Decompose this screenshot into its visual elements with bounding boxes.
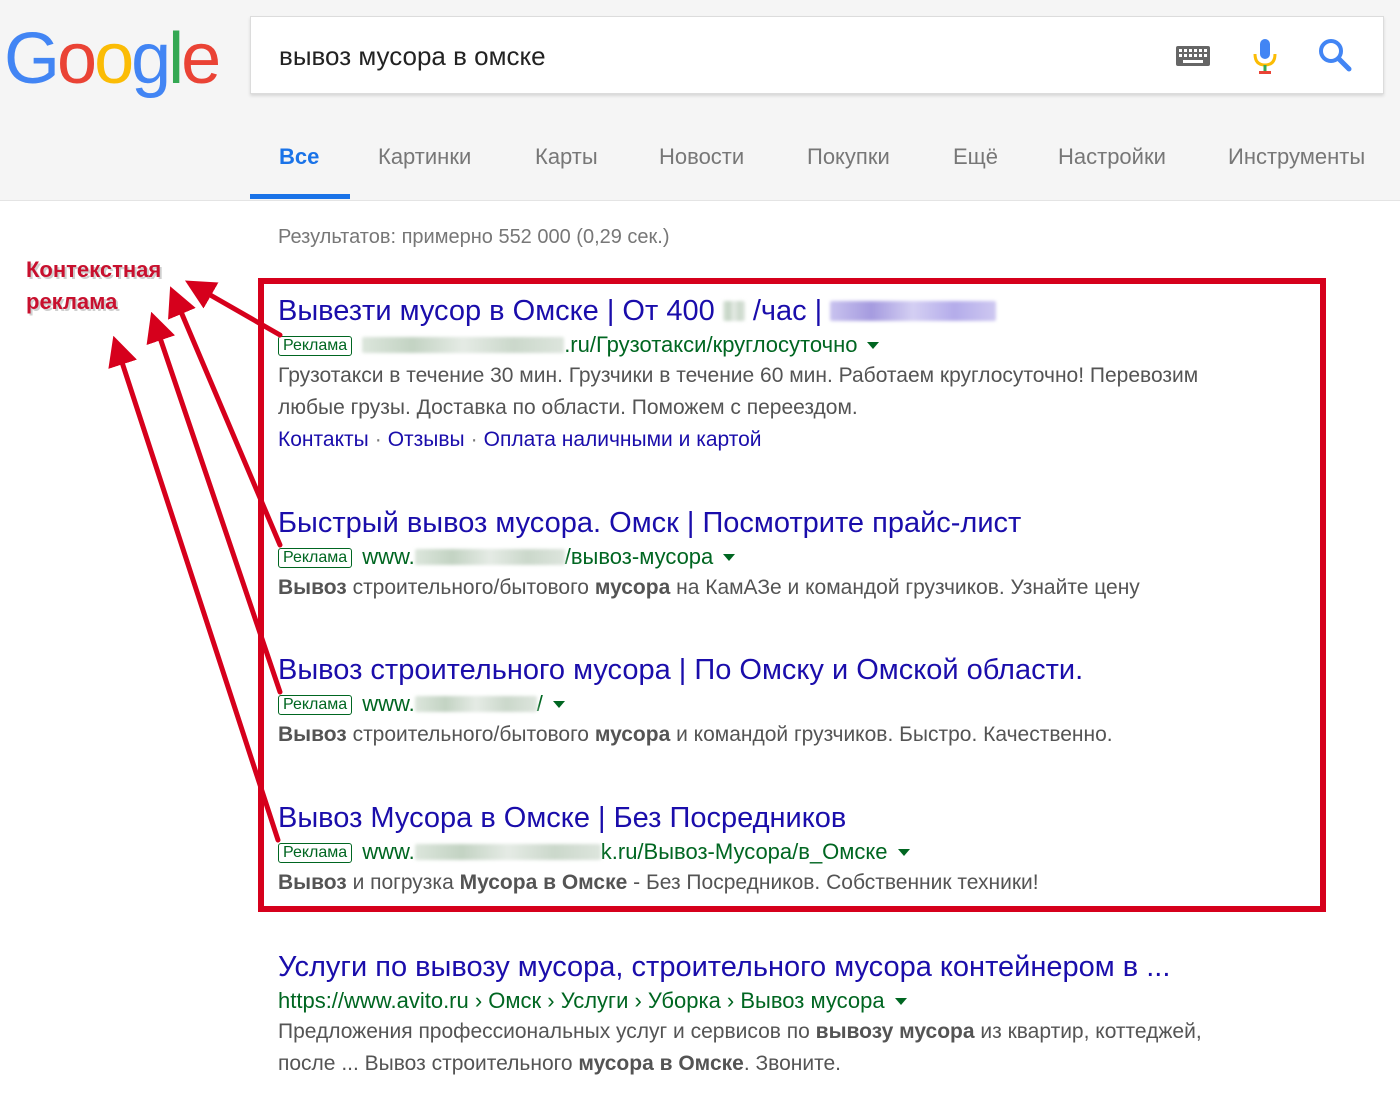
ad-snippet: Вывоз и погрузка Мусора в Омске - Без По…	[278, 867, 1378, 899]
caret-down-icon[interactable]	[867, 342, 880, 349]
ad-badge: Реклама	[278, 336, 353, 356]
separator: ·	[470, 428, 478, 451]
redacted-text	[722, 301, 745, 321]
ad-display-url[interactable]: www.	[362, 544, 415, 569]
snippet-text: строительного/бытового	[346, 576, 595, 599]
ad-snippet: Вывоз строительного/бытового мусора и ко…	[278, 719, 1378, 751]
caret-down-icon[interactable]	[897, 849, 910, 856]
snippet-bold: мусора	[594, 576, 671, 599]
ad-display-url[interactable]: /	[537, 691, 543, 716]
ad-result: Вывоз строительного мусора | По Омску и …	[278, 653, 1378, 751]
redacted-url	[414, 696, 537, 712]
result-snippet: после ... Вывоз строительного мусора в О…	[278, 1048, 1378, 1080]
tab-tools[interactable]: Инструменты	[1228, 144, 1365, 170]
annotation-label: Контекстная реклама	[26, 254, 161, 318]
ad-display-url[interactable]: /вывоз-мусора	[565, 544, 714, 569]
ad-result: Быстрый вывоз мусора. Омск | Посмотрите …	[278, 506, 1378, 604]
active-tab-indicator	[250, 194, 350, 199]
snippet-bold: Вывоз	[278, 871, 347, 894]
search-icon[interactable]	[1317, 37, 1353, 73]
snippet-text: из квартир, коттеджей,	[974, 1020, 1202, 1043]
logo-letter: G	[4, 19, 60, 99]
ad-url-line: Реклама .ru/Грузотакси/круглосуточно	[278, 330, 1378, 360]
snippet-bold: Вывоз	[278, 576, 347, 599]
ad-title-link[interactable]: Вывоз строительного мусора | По Омску и …	[278, 653, 1378, 687]
logo-letter: o	[57, 19, 97, 99]
logo-letter: e	[181, 19, 221, 99]
caret-down-icon[interactable]	[894, 998, 907, 1005]
ad-result: Вывоз Мусора в Омске | Без Посредников Р…	[278, 801, 1378, 899]
google-logo[interactable]: Google	[4, 14, 221, 104]
result-stats: Результатов: примерно 552 000 (0,29 сек.…	[278, 226, 670, 248]
ad-title-link[interactable]: Вывоз Мусора в Омске | Без Посредников	[278, 801, 1378, 835]
ad-badge: Реклама	[278, 843, 353, 863]
ad-snippet: Вывоз строительного/бытового мусора на К…	[278, 572, 1378, 604]
tab-more[interactable]: Ещё	[953, 144, 998, 170]
arrow-icon	[108, 335, 281, 843]
snippet-text: и погрузка	[346, 871, 460, 894]
logo-letter: l	[168, 19, 184, 99]
logo-letter: g	[131, 19, 171, 99]
ad-snippet: Грузотакси в течение 30 мин. Грузчики в …	[278, 364, 1199, 387]
snippet-bold: вывозу мусора	[815, 1020, 975, 1043]
ad-badge: Реклама	[278, 695, 353, 715]
microphone-icon[interactable]	[1251, 37, 1279, 77]
snippet-text: . Звоните.	[743, 1052, 841, 1075]
ad-badge: Реклама	[278, 548, 353, 568]
snippet-text: на КамАЗе и командой грузчиков. Узнайте …	[670, 576, 1140, 599]
separator: ·	[374, 428, 382, 451]
tab-news[interactable]: Новости	[659, 144, 744, 170]
tab-images[interactable]: Картинки	[378, 144, 471, 170]
snippet-text: Предложения профессиональных услуг и сер…	[278, 1020, 816, 1043]
logo-letter: o	[94, 19, 134, 99]
caret-down-icon[interactable]	[552, 701, 565, 708]
tab-shopping[interactable]: Покупки	[807, 144, 890, 170]
tab-all[interactable]: Все	[279, 144, 319, 170]
ad-result: Вывезти мусор в Омске | От 400 /час | Ре…	[278, 294, 1378, 456]
snippet-bold: Вывоз	[278, 723, 347, 746]
ad-title-text: /час |	[752, 295, 823, 327]
snippet-text: и командой грузчиков. Быстро. Качественн…	[670, 723, 1113, 746]
ad-sitelinks: Контакты · Отзывы · Оплата наличными и карто…	[278, 424, 1378, 456]
tab-maps[interactable]: Карты	[535, 144, 598, 170]
snippet-bold: мусора в Омске	[578, 1052, 744, 1075]
result-title-link[interactable]: Услуги по вывозу мусора, строительного м…	[278, 950, 1378, 984]
search-input[interactable]	[279, 37, 1139, 75]
organic-result: Услуги по вывозу мусора, строительного м…	[278, 950, 1378, 1080]
search-box	[250, 16, 1384, 94]
sitelink-reviews[interactable]: Отзывы	[388, 428, 465, 451]
ad-title-text: Вывезти мусор в Омске | От 400	[278, 295, 715, 327]
keyboard-icon[interactable]	[1175, 45, 1211, 67]
redacted-text	[830, 301, 997, 321]
ad-display-url[interactable]: k.ru/Вывоз-Мусора/в_Омске	[601, 839, 888, 864]
ad-url-line: Реклама www. /	[278, 689, 1378, 719]
snippet-text: строительного/бытового	[346, 723, 595, 746]
caret-down-icon[interactable]	[723, 554, 736, 561]
ad-url-line: Реклама www. /вывоз-мусора	[278, 542, 1378, 572]
redacted-url	[414, 844, 601, 860]
snippet-bold: мусора	[594, 723, 671, 746]
snippet-text: - Без Посредников. Собственник техники!	[627, 871, 1039, 894]
result-snippet: Предложения профессиональных услуг и сер…	[278, 1016, 1378, 1048]
ad-snippet: любые грузы. Доставка по области. Поможе…	[278, 396, 858, 419]
snippet-text: после ... Вывоз строительного	[278, 1052, 579, 1075]
ad-title-link[interactable]: Вывезти мусор в Омске | От 400 /час |	[278, 294, 1378, 328]
annotation-line: Контекстная	[26, 257, 162, 282]
ad-display-url[interactable]: www.	[362, 691, 415, 716]
ad-url-line: Реклама www. k.ru/Вывоз-Мусора/в_Омске	[278, 837, 1378, 867]
annotation-line: реклама	[26, 289, 118, 314]
snippet-bold: Мусора в Омске	[459, 871, 628, 894]
ad-display-url[interactable]: .ru/Грузотакси/круглосуточно	[564, 332, 857, 357]
ad-title-link[interactable]: Быстрый вывоз мусора. Омск | Посмотрите …	[278, 506, 1378, 540]
sitelink-payment[interactable]: Оплата наличными и картой	[484, 428, 762, 451]
redacted-url	[362, 337, 565, 353]
redacted-url	[414, 549, 565, 565]
result-breadcrumb-url[interactable]: https://www.avito.ru › Омск › Услуги › У…	[278, 988, 885, 1013]
ad-display-url[interactable]: www.	[362, 839, 415, 864]
sitelink-contacts[interactable]: Контакты	[278, 428, 369, 451]
result-url-line: https://www.avito.ru › Омск › Услуги › У…	[278, 986, 1378, 1016]
tab-settings[interactable]: Настройки	[1058, 144, 1166, 170]
